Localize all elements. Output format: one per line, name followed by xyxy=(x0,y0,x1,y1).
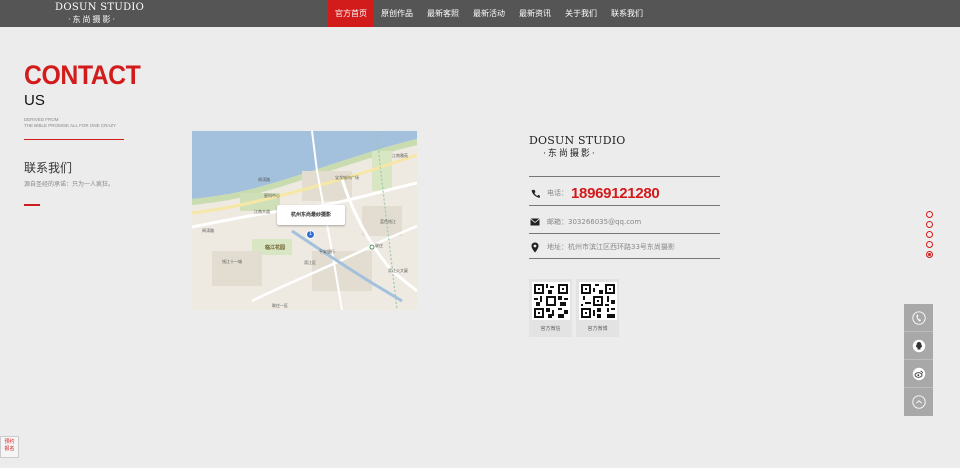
map-label-road1: 闻涛路 xyxy=(258,177,270,182)
pager-dot-2[interactable] xyxy=(926,221,933,228)
address-value: 杭州市滨江区西环路33号东尚摄影 xyxy=(568,243,675,251)
section-pager xyxy=(926,211,934,261)
address-label: 地址： xyxy=(547,243,568,251)
map-label-c8: 联庄一区 xyxy=(272,303,288,308)
phone-label: 电话： xyxy=(547,189,568,197)
contact-title: CONTACT xyxy=(24,60,141,90)
appointment-tab[interactable]: 预约 报名 xyxy=(0,436,19,458)
contact-subtitle: US xyxy=(24,92,45,109)
map-label-park: 临江花园 xyxy=(265,245,286,251)
divider-red-long xyxy=(24,139,124,140)
appointment-line-2: 报名 xyxy=(4,446,15,452)
nav-item-contact[interactable]: 联系我们 xyxy=(604,0,650,27)
map-label-road2: 江南大道 xyxy=(254,209,270,214)
main-nav: 官方首页 原创作品 最新客照 最新活动 最新资讯 关于我们 联系我们 xyxy=(328,0,650,27)
pager-dot-1[interactable] xyxy=(926,211,933,218)
map-label-road3: 闻涛路 xyxy=(202,228,214,233)
nav-item-events[interactable]: 最新活动 xyxy=(466,0,512,27)
info-divider-2 xyxy=(529,205,720,206)
side-phone-button[interactable] xyxy=(904,304,933,332)
section-heading: 联系我们 xyxy=(24,161,73,175)
pager-dot-4[interactable] xyxy=(926,241,933,248)
logo-en: DOSUN STUDIO xyxy=(55,2,145,13)
back-to-top-button[interactable] xyxy=(904,388,933,416)
map-label-c2: 星科中心 xyxy=(264,193,280,198)
map-label-c1: 江南雅苑 xyxy=(392,153,408,158)
info-email-row: 邮箱： 303266035@qq.com xyxy=(529,211,720,233)
nav-item-home[interactable]: 官方首页 xyxy=(328,0,374,27)
map-label-c6: 滨江区 xyxy=(304,260,316,265)
map-label-c9: 平安银行 xyxy=(319,249,335,254)
map-pin-icon[interactable]: 1 xyxy=(306,230,315,239)
divider-red-short xyxy=(24,204,40,206)
info-address-row: 地址： 杭州市滨江区西环路33号东尚摄影 xyxy=(529,236,720,258)
top-nav-bar: DOSUN STUDIO ·东尚摄影· 官方首页 原创作品 最新客照 最新活动 … xyxy=(0,0,960,27)
location-pin-icon xyxy=(529,241,541,253)
phone-circle-icon xyxy=(911,310,926,325)
side-qq-button[interactable] xyxy=(904,332,933,360)
chevron-up-icon xyxy=(911,395,926,409)
map-label-c4: 蓝色钱江 xyxy=(380,219,396,224)
derived-line-2: THE BIBLE PROMISE ALL FOR ONE CRAZY xyxy=(24,123,117,128)
mail-icon xyxy=(529,216,541,228)
qr-wechat-caption: 官方微信 xyxy=(540,326,561,332)
derived-tagline: DERIVED FROM THE BIBLE PROMISE ALL FOR O… xyxy=(24,117,116,129)
qr-weibo[interactable]: 官方微博 xyxy=(576,279,619,337)
email-value[interactable]: 303266035@qq.com xyxy=(568,218,641,226)
phone-icon xyxy=(529,187,541,199)
side-weibo-button[interactable] xyxy=(904,360,933,388)
appointment-line-1: 预约 xyxy=(4,439,15,445)
qr-code-icon xyxy=(531,282,570,320)
map-label-c3: 宝龙城市广场 xyxy=(335,175,359,180)
phone-number[interactable]: 18969121280 xyxy=(571,185,660,202)
qr-wechat[interactable]: 官方微信 xyxy=(529,279,572,337)
map-label-c7: 钱江十一城 xyxy=(222,259,242,264)
nav-item-news[interactable]: 最新资讯 xyxy=(512,0,558,27)
nav-item-client-photos[interactable]: 最新客照 xyxy=(420,0,466,27)
info-phone-row: 电话： 18969121280 xyxy=(529,182,720,204)
brand-cn: ·东尚摄影· xyxy=(543,149,597,159)
nav-item-about[interactable]: 关于我们 xyxy=(558,0,604,27)
info-divider-1 xyxy=(529,176,720,177)
location-map[interactable]: 闻涛路 江南大道 闻涛路 临江花园 江南雅苑 星科中心 宝龙城市广场 蓝色钱江 … xyxy=(192,131,417,310)
pager-dot-3[interactable] xyxy=(926,231,933,238)
map-label-c5: 联庄 xyxy=(375,243,383,248)
info-divider-4 xyxy=(529,258,720,259)
logo-cn: ·东尚摄影· xyxy=(67,15,118,24)
qq-icon xyxy=(912,339,925,352)
qr-code-icon xyxy=(578,282,617,320)
side-toolbar xyxy=(904,304,933,416)
info-divider-3 xyxy=(529,233,720,234)
section-subtext: 源自圣经的承诺：只为一人疯狂。 xyxy=(24,181,115,188)
qr-weibo-caption: 官方微博 xyxy=(587,326,608,332)
map-location-popup[interactable]: 杭州东尚最纱摄影 xyxy=(277,205,345,225)
brand-en: DOSUN STUDIO xyxy=(529,134,626,147)
logo[interactable]: DOSUN STUDIO ·东尚摄影· xyxy=(55,2,145,26)
map-label-c10: 滨江火大厦 xyxy=(388,268,408,273)
pager-dot-5[interactable] xyxy=(926,251,933,258)
brand-block: DOSUN STUDIO ·东尚摄影· xyxy=(529,134,626,160)
email-label: 邮箱： xyxy=(547,218,568,226)
weibo-icon xyxy=(912,367,925,380)
nav-item-works[interactable]: 原创作品 xyxy=(374,0,420,27)
